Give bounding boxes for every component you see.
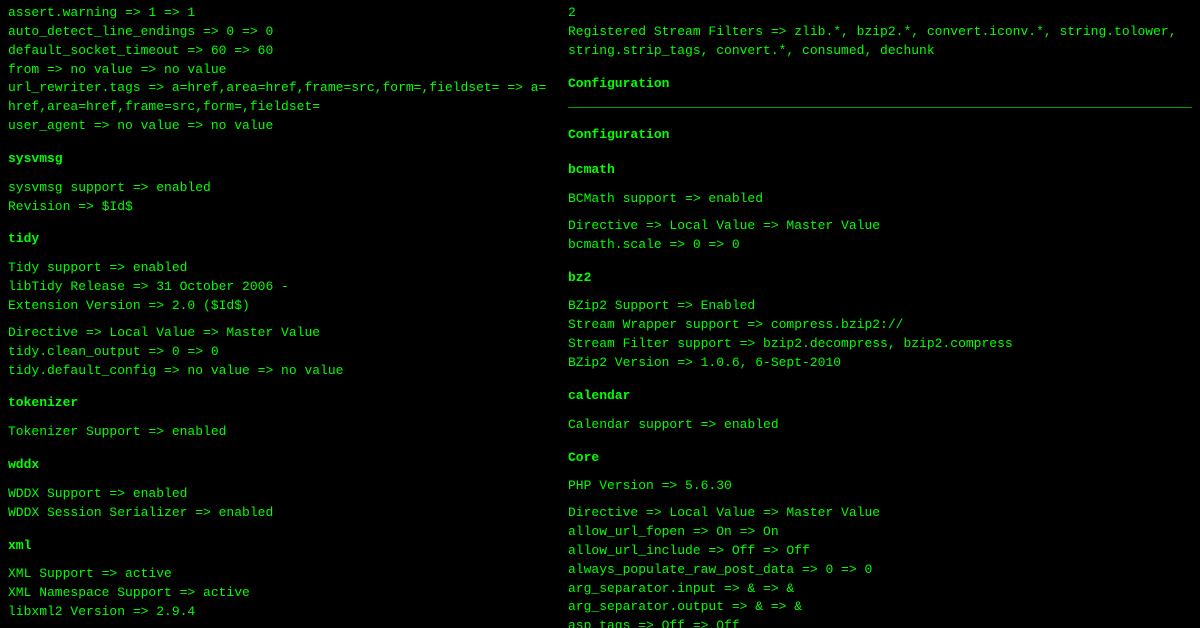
spacer <box>8 523 552 531</box>
info-line: BZip2 Version => 1.0.6, 6-Sept-2010 <box>568 354 1192 373</box>
info-line: Stream Filter support => bzip2.decompres… <box>568 335 1192 354</box>
spacer <box>8 380 552 388</box>
left-column: assert.warning => 1 => 1auto_detect_line… <box>0 0 560 628</box>
info-line: Tokenizer Support => enabled <box>8 423 552 442</box>
spacer <box>568 373 1192 381</box>
info-line: Calendar support => enabled <box>568 416 1192 435</box>
info-line: asp_tags => Off => Off <box>568 617 1192 628</box>
spacer <box>8 251 552 259</box>
info-line: XML Support => active <box>8 565 552 584</box>
spacer <box>568 255 1192 263</box>
info-line: WDDX Session Serializer => enabled <box>8 504 552 523</box>
info-line: default_socket_timeout => 60 => 60 <box>8 42 552 61</box>
info-line: PHP Version => 5.6.30 <box>568 477 1192 496</box>
horizontal-divider <box>568 107 1192 108</box>
spacer <box>8 477 552 485</box>
info-line: libxml2 Version => 2.9.4 <box>8 603 552 622</box>
spacer <box>568 496 1192 504</box>
spacer <box>8 136 552 144</box>
info-line: WDDX Support => enabled <box>8 485 552 504</box>
info-line: auto_detect_line_endings => 0 => 0 <box>8 23 552 42</box>
info-line: Directive => Local Value => Master Value <box>568 504 1192 523</box>
spacer <box>8 622 552 628</box>
right-column: 2Registered Stream Filters => zlib.*, bz… <box>560 0 1200 628</box>
info-line: Directive => Local Value => Master Value <box>8 324 552 343</box>
info-line: from => no value => no value <box>8 61 552 80</box>
info-line: assert.warning => 1 => 1 <box>8 4 552 23</box>
spacer <box>8 216 552 224</box>
info-line: always_populate_raw_post_data => 0 => 0 <box>568 561 1192 580</box>
spacer <box>568 435 1192 443</box>
spacer <box>8 557 552 565</box>
spacer <box>8 171 552 179</box>
info-line: bcmath.scale => 0 => 0 <box>568 236 1192 255</box>
info-line: arg_separator.input => & => & <box>568 580 1192 599</box>
info-line: BCMath support => enabled <box>568 190 1192 209</box>
info-line: arg_separator.output => & => & <box>568 598 1192 617</box>
spacer <box>568 408 1192 416</box>
info-line: libTidy Release => 31 October 2006 - <box>8 278 552 297</box>
main-container: assert.warning => 1 => 1auto_detect_line… <box>0 0 1200 628</box>
info-line: Revision => $Id$ <box>8 198 552 217</box>
spacer <box>568 182 1192 190</box>
info-line: user_agent => no value => no value <box>8 117 552 136</box>
info-line: tidy.clean_output => 0 => 0 <box>8 343 552 362</box>
info-line: BZip2 Support => Enabled <box>568 297 1192 316</box>
spacer <box>8 415 552 423</box>
section-header: tidy <box>8 230 552 249</box>
spacer <box>568 112 1192 120</box>
spacer <box>568 209 1192 217</box>
section-header: sysvmsg <box>8 150 552 169</box>
section-header: tokenizer <box>8 394 552 413</box>
section-header: xml <box>8 537 552 556</box>
info-line: allow_url_include => Off => Off <box>568 542 1192 561</box>
info-line: XML Namespace Support => active <box>8 584 552 603</box>
info-line: Stream Wrapper support => compress.bzip2… <box>568 316 1192 335</box>
section-header: Configuration <box>568 126 1192 145</box>
spacer <box>8 442 552 450</box>
spacer <box>568 289 1192 297</box>
section-header: wddx <box>8 456 552 475</box>
info-line: Registered Stream Filters => zlib.*, bzi… <box>568 23 1192 61</box>
spacer <box>568 469 1192 477</box>
info-line: tidy.default_config => no value => no va… <box>8 362 552 381</box>
info-line: Extension Version => 2.0 ($Id$) <box>8 297 552 316</box>
spacer <box>568 95 1192 103</box>
section-header: bz2 <box>568 269 1192 288</box>
section-header: Configuration <box>568 75 1192 94</box>
info-line: allow_url_fopen => On => On <box>568 523 1192 542</box>
section-header: bcmath <box>568 161 1192 180</box>
info-line: Tidy support => enabled <box>8 259 552 278</box>
info-line: Directive => Local Value => Master Value <box>568 217 1192 236</box>
info-line: sysvmsg support => enabled <box>8 179 552 198</box>
section-header: calendar <box>568 387 1192 406</box>
spacer <box>568 61 1192 69</box>
spacer <box>568 147 1192 155</box>
info-line: url_rewriter.tags => a=href,area=href,fr… <box>8 79 552 117</box>
spacer <box>8 316 552 324</box>
info-line: 2 <box>568 4 1192 23</box>
section-header: Core <box>568 449 1192 468</box>
